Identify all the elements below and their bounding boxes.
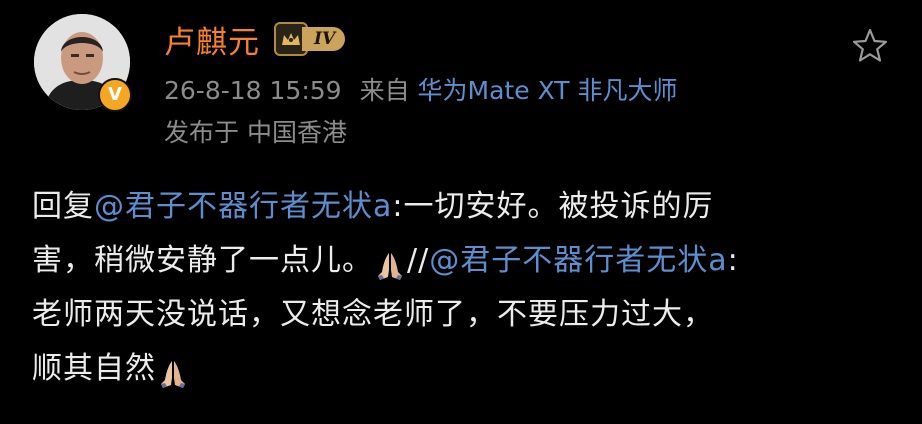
reply-text: :一切安好。被投诉的厉: [392, 189, 714, 224]
source-prefix: 来自: [359, 76, 410, 105]
avatar-container[interactable]: V: [34, 14, 132, 112]
post-text: 回复@君子不器行者无状a:一切安好。被投诉的厉 害，稍微安静了一点儿。 //@君子…: [32, 180, 892, 396]
post-timestamp: 26-8-18 15:59: [164, 76, 342, 105]
user-level-badge[interactable]: IV: [274, 22, 346, 56]
post-header: 卢麒元 IV 26-8-18 15:59 来自 华为Mate XT 非凡大师 发布…: [164, 14, 842, 152]
post-meta: 26-8-18 15:59 来自 华为Mate XT 非凡大师: [164, 72, 842, 110]
forward-colon: :: [727, 243, 739, 278]
level-label: IV: [302, 27, 346, 51]
reply-text-cont: 害，稍微安静了一点儿。: [32, 243, 373, 278]
post-location: 发布于 中国香港: [164, 118, 347, 147]
mention-link[interactable]: @君子不器行者无状a: [94, 189, 392, 224]
post-body: 回复@君子不器行者无状a:一切安好。被投诉的厉 害，稍微安静了一点儿。 //@君子…: [32, 180, 892, 396]
forwarded-text: 老师两天没说话，又想念老师了，不要压力过大，: [32, 297, 714, 332]
username[interactable]: 卢麒元: [164, 17, 260, 62]
favorite-star-icon[interactable]: [850, 26, 890, 66]
name-row: 卢麒元 IV: [164, 14, 842, 64]
verified-badge-icon: V: [98, 78, 132, 112]
mention-link-forward[interactable]: @君子不器行者无状a: [429, 243, 727, 278]
verified-mark: V: [108, 84, 122, 105]
reply-prefix: 回复: [32, 189, 94, 224]
source-device-link[interactable]: 华为Mate XT 非凡大师: [418, 76, 678, 105]
folded-hands-emoji-icon-end: [158, 354, 188, 388]
forward-separator: //: [407, 243, 430, 278]
forwarded-text-cont: 顺其自然: [32, 351, 156, 386]
folded-hands-emoji-icon: [375, 246, 405, 280]
